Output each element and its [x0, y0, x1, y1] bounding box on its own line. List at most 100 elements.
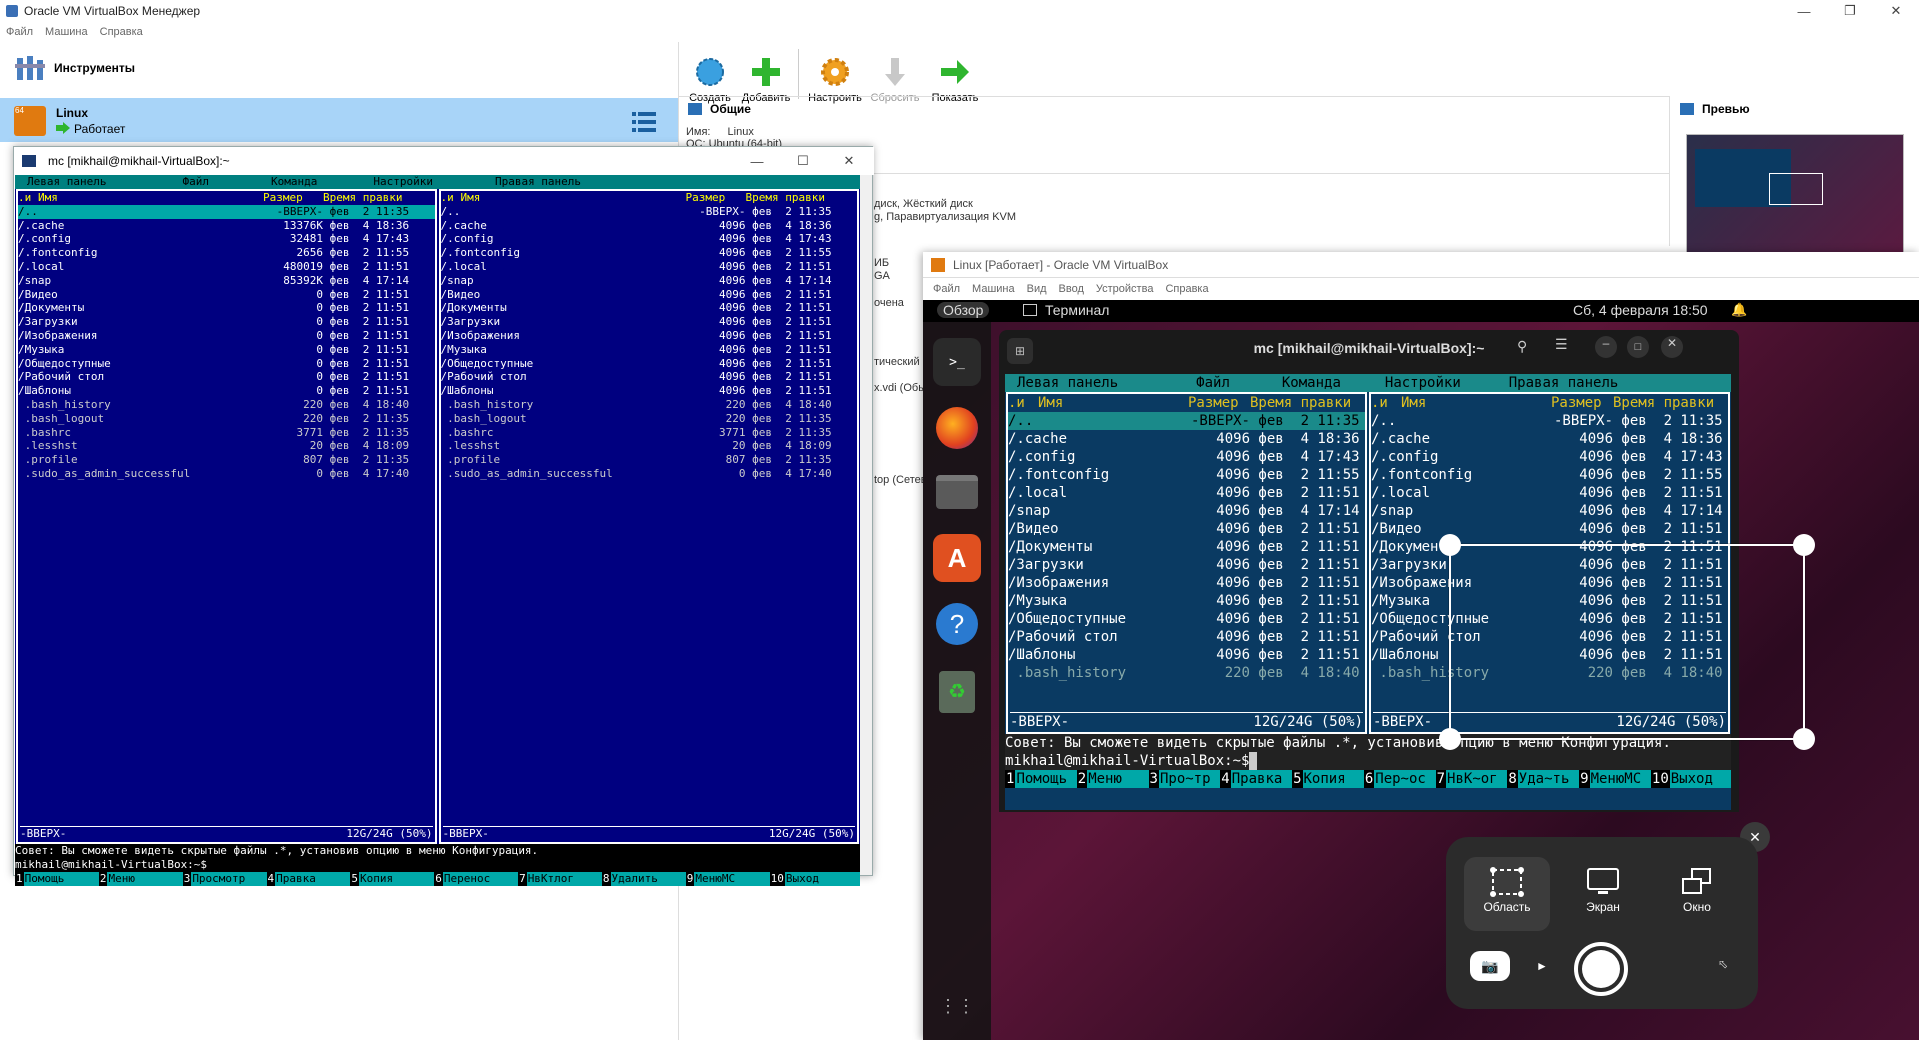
file-row[interactable]: /.fontconfig 4096 фев 2 11:55: [441, 246, 858, 260]
dock-firefox-icon[interactable]: [933, 404, 981, 452]
file-row[interactable]: .bash_history 220 фев 4 18:40: [441, 398, 858, 412]
file-row[interactable]: /Документы 4096 фев 2 11:51: [441, 301, 858, 315]
minimize-button[interactable]: —: [1781, 0, 1827, 22]
vm-menu-icon[interactable]: [632, 112, 656, 132]
file-row[interactable]: /Музыка 4096 фев 2 11:51: [1008, 592, 1365, 610]
dock-software-icon[interactable]: A: [933, 534, 981, 582]
guest-left-panel[interactable]: .и Имя Размер Время правки /.. -ВВЕРХ- фев 2 …: [1006, 392, 1367, 734]
mc-scrollbar[interactable]: [860, 175, 872, 875]
settings-button[interactable]: Настроить: [803, 44, 867, 104]
file-row[interactable]: /Общедоступные 4096 фев 2 11:51: [441, 357, 858, 371]
screenshot-selection-area[interactable]: [1439, 534, 1815, 750]
mc-close-button[interactable]: ✕: [826, 147, 872, 175]
file-row[interactable]: .sudo_as_admin_successful 0 фев 4 17:40: [441, 467, 858, 481]
preview-section-header[interactable]: Превью: [1680, 102, 1750, 116]
dock-help-icon[interactable]: ?: [933, 600, 981, 648]
guest-fkey-action-4[interactable]: Правка: [1230, 770, 1293, 788]
add-button[interactable]: Добавить: [738, 44, 794, 104]
guest-menu-left[interactable]: Левая панель: [1017, 374, 1118, 392]
file-row[interactable]: /Изображения 4096 фев 2 11:51: [441, 329, 858, 343]
file-row[interactable]: /.cache 4096 фев 4 18:36: [1008, 430, 1365, 448]
video-toggle[interactable]: ►: [1522, 951, 1562, 981]
file-row[interactable]: .lesshst 20 фев 4 18:09: [18, 439, 435, 453]
hamburger-menu-icon[interactable]: ☰: [1555, 336, 1568, 353]
selection-handle-bottom-left[interactable]: [1439, 728, 1461, 750]
vm-menu-view[interactable]: Вид: [1027, 283, 1047, 295]
file-row[interactable]: /.. -ВВЕРХ- фев 2 11:35: [1008, 412, 1365, 430]
fkey-action-4[interactable]: Правка: [275, 871, 351, 886]
file-row[interactable]: /Видео 4096 фев 2 11:51: [441, 288, 858, 302]
menu-help[interactable]: Справка: [100, 26, 143, 38]
guest-fkey-action-2[interactable]: Меню: [1087, 770, 1149, 788]
file-row[interactable]: /.local 4096 фев 2 11:51: [1008, 484, 1365, 502]
dock-files-icon[interactable]: [933, 468, 981, 516]
maximize-button[interactable]: ❐: [1827, 0, 1873, 22]
general-section-header[interactable]: Общие: [688, 102, 751, 116]
photo-toggle[interactable]: 📷: [1470, 951, 1510, 981]
file-row[interactable]: .sudo_as_admin_successful 0 фев 4 17:40: [18, 467, 435, 481]
guest-fkey-action-7[interactable]: НвК~ог: [1446, 770, 1508, 788]
vm-menu-input[interactable]: Ввод: [1059, 283, 1084, 295]
selection-handle-top-right[interactable]: [1793, 534, 1815, 556]
vm-menu-machine[interactable]: Машина: [972, 283, 1015, 295]
selection-handle-bottom-right[interactable]: [1793, 728, 1815, 750]
mc-right-panel[interactable]: .и Имя Размер Время правки /.. -ВВЕРХ- фев 2 …: [438, 189, 859, 844]
mc-menu-file[interactable]: Файл: [182, 175, 209, 189]
file-row[interactable]: /.cache 4096 фев 4 18:36: [441, 219, 858, 233]
guest-fkey-action-10[interactable]: Выход: [1669, 770, 1732, 788]
file-row[interactable]: .profile 807 фев 2 11:35: [18, 453, 435, 467]
file-row[interactable]: /.. -ВВЕРХ- фев 2 11:35: [441, 205, 858, 219]
file-row[interactable]: .bash_logout 220 фев 2 11:35: [441, 412, 858, 426]
vm-menu-devices[interactable]: Устройства: [1096, 283, 1154, 295]
guest-fkey-action-3[interactable]: Про~тр: [1158, 770, 1221, 788]
file-row[interactable]: /.config 4096 фев 4 17:43: [441, 232, 858, 246]
file-row[interactable]: /.local 4096 фев 2 11:51: [441, 260, 858, 274]
file-row[interactable]: .bash_logout 220 фев 2 11:35: [18, 412, 435, 426]
file-row[interactable]: /Музыка 0 фев 2 11:51: [18, 343, 435, 357]
guest-fkey-action-6[interactable]: Пер~ос: [1374, 770, 1436, 788]
guest-menu-right[interactable]: Правая панель: [1509, 374, 1619, 392]
guest-fkey-action-9[interactable]: МенюМС: [1589, 770, 1651, 788]
file-row[interactable]: /Документы 0 фев 2 11:51: [18, 301, 435, 315]
file-row[interactable]: /Загрузки 4096 фев 2 11:51: [1008, 556, 1365, 574]
file-row[interactable]: /Видео 4096 фев 2 11:51: [1371, 520, 1728, 538]
file-row[interactable]: /Общедоступные 0 фев 2 11:51: [18, 357, 435, 371]
create-button[interactable]: Создать: [682, 44, 738, 104]
mc-menu-left[interactable]: Левая панель: [27, 175, 106, 189]
file-row[interactable]: /.fontconfig 2656 фев 2 11:55: [18, 246, 435, 260]
guest-command-line[interactable]: mikhail@mikhail-VirtualBox:~$: [1005, 752, 1731, 770]
file-row[interactable]: /Видео 4096 фев 2 11:51: [1008, 520, 1365, 538]
file-row[interactable]: /.fontconfig 4096 фев 2 11:55: [1008, 466, 1365, 484]
file-row[interactable]: /.local 4096 фев 2 11:51: [1371, 484, 1728, 502]
file-row[interactable]: /Загрузки 0 фев 2 11:51: [18, 315, 435, 329]
mc-minimize-button[interactable]: —: [734, 147, 780, 175]
search-icon[interactable]: ⚲: [1517, 338, 1527, 355]
file-row[interactable]: /Шаблоны 4096 фев 2 11:51: [1008, 646, 1365, 664]
file-row[interactable]: /snap 85392K фев 4 17:14: [18, 274, 435, 288]
file-row[interactable]: /Документы 4096 фев 2 11:51: [1008, 538, 1365, 556]
file-row[interactable]: /Видео 0 фев 2 11:51: [18, 288, 435, 302]
notifications-bell-icon[interactable]: 🔔: [1731, 302, 1747, 318]
dock-terminal-icon[interactable]: >_: [933, 338, 981, 386]
file-row[interactable]: /Изображения 4096 фев 2 11:51: [1008, 574, 1365, 592]
discard-button[interactable]: Сбросить: [867, 44, 923, 104]
mc-console[interactable]: Левая панель Файл Команда Настройки Прав…: [15, 175, 861, 886]
guest-fkey-action-8[interactable]: Уда~ть: [1517, 770, 1580, 788]
dock-apps-grid-icon[interactable]: ⋮⋮: [933, 982, 981, 1030]
fkey-action-9[interactable]: МенюМС: [694, 871, 770, 886]
file-row[interactable]: /Шаблоны 4096 фев 2 11:51: [441, 384, 858, 398]
file-row[interactable]: /Загрузки 4096 фев 2 11:51: [441, 315, 858, 329]
file-row[interactable]: /snap 4096 фев 4 17:14: [1008, 502, 1365, 520]
mc-left-panel[interactable]: .и Имя Размер Время правки /.. -ВВЕРХ- фев 2 …: [16, 189, 437, 844]
fkey-action-10[interactable]: Выход: [784, 871, 861, 886]
file-row[interactable]: /Общедоступные 4096 фев 2 11:51: [1008, 610, 1365, 628]
file-row[interactable]: .lesshst 20 фев 4 18:09: [441, 439, 858, 453]
file-row[interactable]: /.. -ВВЕРХ- фев 2 11:35: [18, 204, 435, 219]
file-row[interactable]: /snap 4096 фев 4 17:14: [1371, 502, 1728, 520]
file-row[interactable]: /.config 4096 фев 4 17:43: [1008, 448, 1365, 466]
file-row[interactable]: /.fontconfig 4096 фев 2 11:55: [1371, 466, 1728, 484]
guest-close-button[interactable]: ✕: [1661, 336, 1683, 358]
file-row[interactable]: .bashrc 3771 фев 2 11:35: [18, 426, 435, 440]
file-row[interactable]: /.config 32481 фев 4 17:43: [18, 232, 435, 246]
file-row[interactable]: .bash_history 220 фев 4 18:40: [18, 398, 435, 412]
